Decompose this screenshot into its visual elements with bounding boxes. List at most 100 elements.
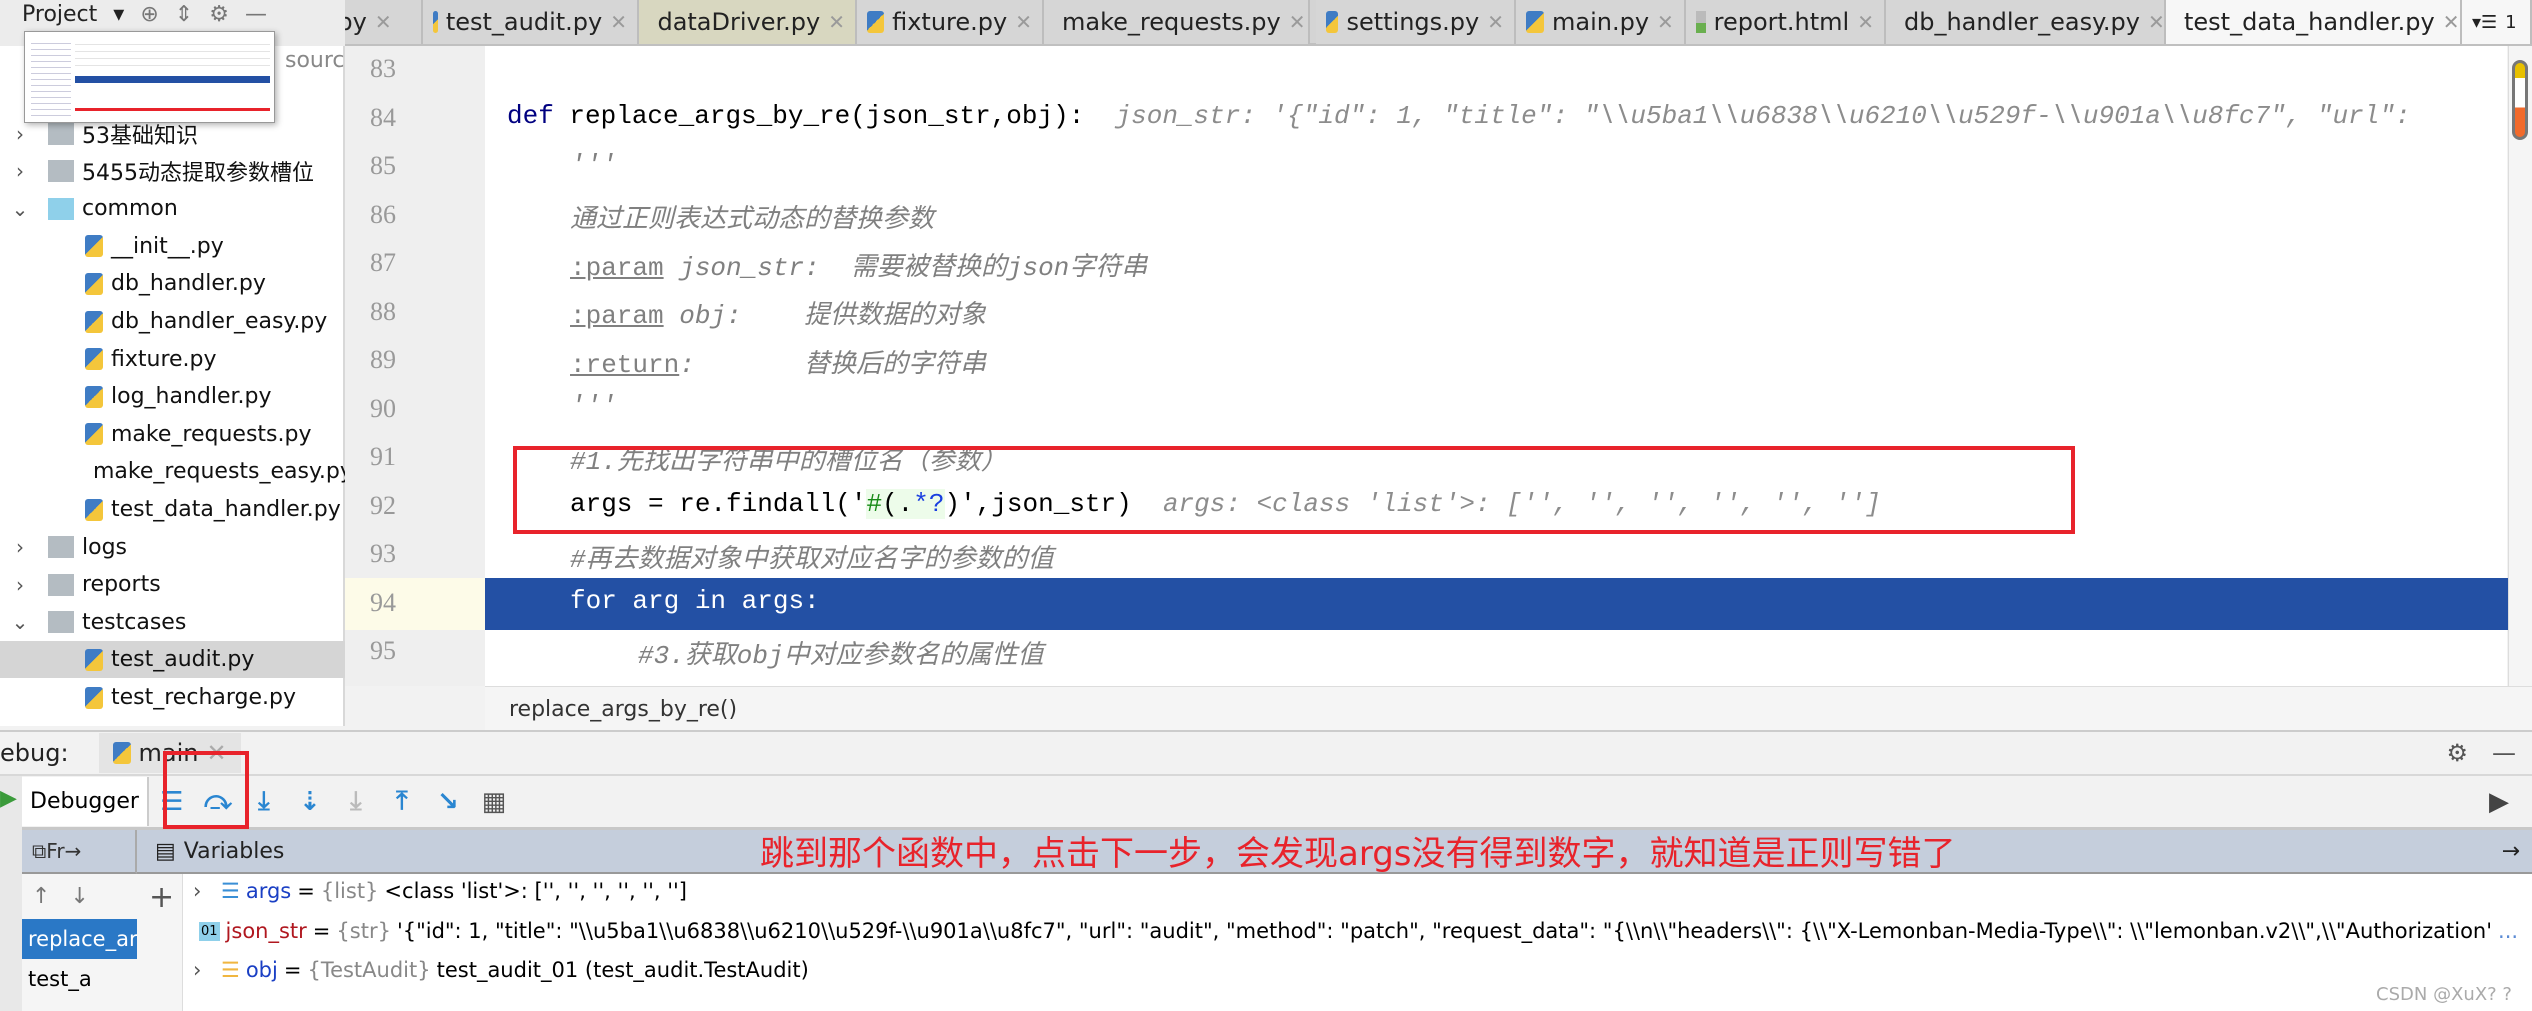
line-number: 85 — [370, 151, 396, 180]
minimize-icon[interactable]: — — [245, 2, 267, 28]
project-view-selector[interactable]: Project — [22, 2, 97, 28]
arrow-down-icon[interactable]: ↓ — [70, 884, 88, 909]
force-step-into-icon[interactable]: ⤓ — [333, 782, 379, 822]
pin-icon[interactable]: → — [2502, 839, 2520, 864]
gear-icon[interactable]: ⚙ — [209, 2, 229, 28]
view-link[interactable]: ... View — [2498, 919, 2523, 943]
tree-item-label: make_requests_easy.py — [93, 459, 345, 485]
close-icon[interactable]: ✕ — [1015, 10, 1032, 34]
tree-item[interactable]: db_handler.py — [0, 265, 345, 302]
editor-scrollbar[interactable] — [2508, 46, 2532, 686]
tab-report-html[interactable]: report.html ✕ — [1686, 0, 1886, 44]
close-icon[interactable]: ✕ — [610, 10, 627, 34]
python-file-icon — [85, 498, 103, 521]
tree-item[interactable]: db_handler_easy.py — [0, 303, 345, 340]
close-icon[interactable]: ✕ — [2148, 10, 2165, 34]
tabs-overflow-button[interactable]: ▾☰ 1 — [2462, 0, 2532, 44]
target-icon[interactable]: ⊕ — [140, 2, 158, 28]
expand-icon[interactable]: › — [193, 879, 215, 903]
tab-test-data-handler[interactable]: test_data_handler.py ✕ — [2166, 0, 2462, 44]
arrow-up-icon[interactable]: ↑ — [32, 884, 50, 909]
close-icon[interactable]: ✕ — [2443, 10, 2460, 34]
tree-item[interactable]: ⌄ testcases — [0, 604, 345, 641]
debugger-toolbar: Debugger ☰ ⤼ ⤓ ⇣ ⤓ ⤒ ↘ ▦ ▶ — [0, 776, 2532, 830]
chevron-right-icon[interactable]: › — [10, 535, 30, 559]
tree-item[interactable]: make_requests_easy.py — [0, 453, 345, 490]
tree-item[interactable]: test_audit.py — [0, 641, 345, 679]
var-value: test_audit_01 (test_audit.TestAudit) — [436, 958, 809, 982]
var-name: args — [245, 879, 292, 903]
tree-item[interactable]: test_recharge.py — [0, 679, 345, 716]
close-icon[interactable]: ✕ — [828, 10, 845, 34]
tab-main[interactable]: main.py ✕ — [1516, 0, 1686, 44]
evaluate-expression-icon[interactable]: ▦ — [471, 782, 517, 822]
chevron-down-icon[interactable]: ⌄ — [10, 197, 30, 221]
tree-item[interactable]: log_handler.py — [0, 378, 345, 415]
chevron-right-icon[interactable]: › — [10, 122, 30, 146]
tab-datadriver[interactable]: dataDriver.py ✕ — [639, 0, 857, 44]
close-icon[interactable]: ✕ — [375, 10, 392, 34]
line-number: 94 — [370, 587, 396, 617]
variable-row[interactable]: › ☰ args = {list} <class 'list'>: ['', '', ''… — [193, 879, 687, 903]
tree-item[interactable]: __init__.py — [0, 228, 345, 265]
doc-tag: :param — [570, 301, 664, 331]
object-icon: ☰ — [221, 958, 240, 982]
var-name: json_str — [225, 919, 307, 943]
step-out-icon[interactable]: ⤒ — [379, 782, 425, 822]
tree-item[interactable]: › logs — [0, 529, 345, 566]
tree-item[interactable]: fixture.py — [0, 341, 345, 378]
tab-make-requests[interactable]: make_requests.py ✕ — [1044, 0, 1310, 44]
tab-settings[interactable]: settings.py ✕ — [1316, 0, 1516, 44]
code-line-86: 通过正则表达式动态的替换参数 — [570, 205, 935, 235]
tree-item[interactable]: make_requests.py — [0, 416, 345, 453]
close-icon[interactable]: ✕ — [1289, 10, 1306, 34]
tab-debugger[interactable]: Debugger — [22, 777, 149, 826]
tree-item-label: common — [82, 196, 178, 222]
collapse-icon[interactable]: ⇕ — [175, 2, 193, 28]
inline-debug-value: json_str: '{"id": 1, "title": "\\u5ba1\\… — [1084, 101, 2411, 131]
tab-test-audit[interactable]: test_audit.py ✕ — [423, 0, 639, 44]
code-line-88: :param obj: 提供数据的对象 — [570, 294, 986, 331]
python-file-icon — [1326, 11, 1339, 33]
tree-item-label: reports — [82, 572, 161, 598]
var-name: obj — [245, 958, 278, 982]
step-into-my-code-icon[interactable]: ⇣ — [287, 782, 333, 822]
tree-item[interactable]: › reports — [0, 566, 345, 603]
chevron-down-icon[interactable]: ▾ — [113, 2, 124, 28]
gear-icon[interactable]: ⚙ — [2446, 739, 2468, 767]
run-to-cursor-icon[interactable]: ↘ — [425, 782, 471, 822]
tree-item-label: log_handler.py — [111, 384, 272, 410]
add-watch-icon[interactable]: + — [137, 874, 182, 921]
debug-side-strip: ▶ — [0, 776, 22, 1011]
chevron-down-icon[interactable]: ⌄ — [10, 610, 30, 634]
python-file-icon — [85, 272, 103, 295]
tree-item[interactable]: › 5455动态提取参数槽位 — [0, 153, 345, 190]
close-icon[interactable]: ✕ — [1657, 10, 1674, 34]
tree-item[interactable]: ⌄ common — [0, 190, 345, 227]
close-icon[interactable]: ✕ — [1487, 10, 1504, 34]
line-number: 90 — [370, 393, 396, 423]
frame-item[interactable]: test_a — [22, 959, 137, 999]
tab-fixture[interactable]: fixture.py ✕ — [857, 0, 1044, 44]
tree-item-label: fixture.py — [111, 346, 217, 372]
breadcrumb[interactable]: replace_args_by_re() — [485, 686, 2532, 730]
close-icon[interactable]: ✕ — [1857, 10, 1874, 34]
line-number: 91 — [370, 442, 396, 471]
console-icon[interactable]: ▶ — [2476, 782, 2522, 822]
tab-label: dataDriver.py — [657, 8, 821, 36]
code-line-85: ''' — [570, 150, 617, 180]
tree-item[interactable]: test_data_handler.py — [0, 491, 345, 528]
resume-icon[interactable]: ▶ — [0, 786, 22, 811]
variable-row[interactable]: › ☰ obj = {TestAudit} test_audit_01 (test_aud… — [193, 958, 809, 982]
list-icon: ▾☰ — [2472, 11, 2498, 33]
variable-row[interactable]: 01 json_str = {str} '{"id": 1, "title": "\\u… — [193, 919, 2523, 943]
chevron-right-icon[interactable]: › — [10, 573, 30, 597]
frame-item[interactable]: replace_args_by_re — [22, 919, 137, 959]
tab-db-handler-easy[interactable]: db_handler_easy.py ✕ — [1886, 0, 2166, 44]
python-file-icon — [85, 348, 103, 371]
list-icon: ☰ — [221, 879, 240, 903]
chevron-right-icon[interactable]: › — [10, 159, 30, 183]
pin-icon[interactable]: → — [65, 839, 82, 863]
minimize-icon[interactable]: — — [2492, 739, 2516, 767]
expand-icon[interactable]: › — [193, 958, 215, 982]
